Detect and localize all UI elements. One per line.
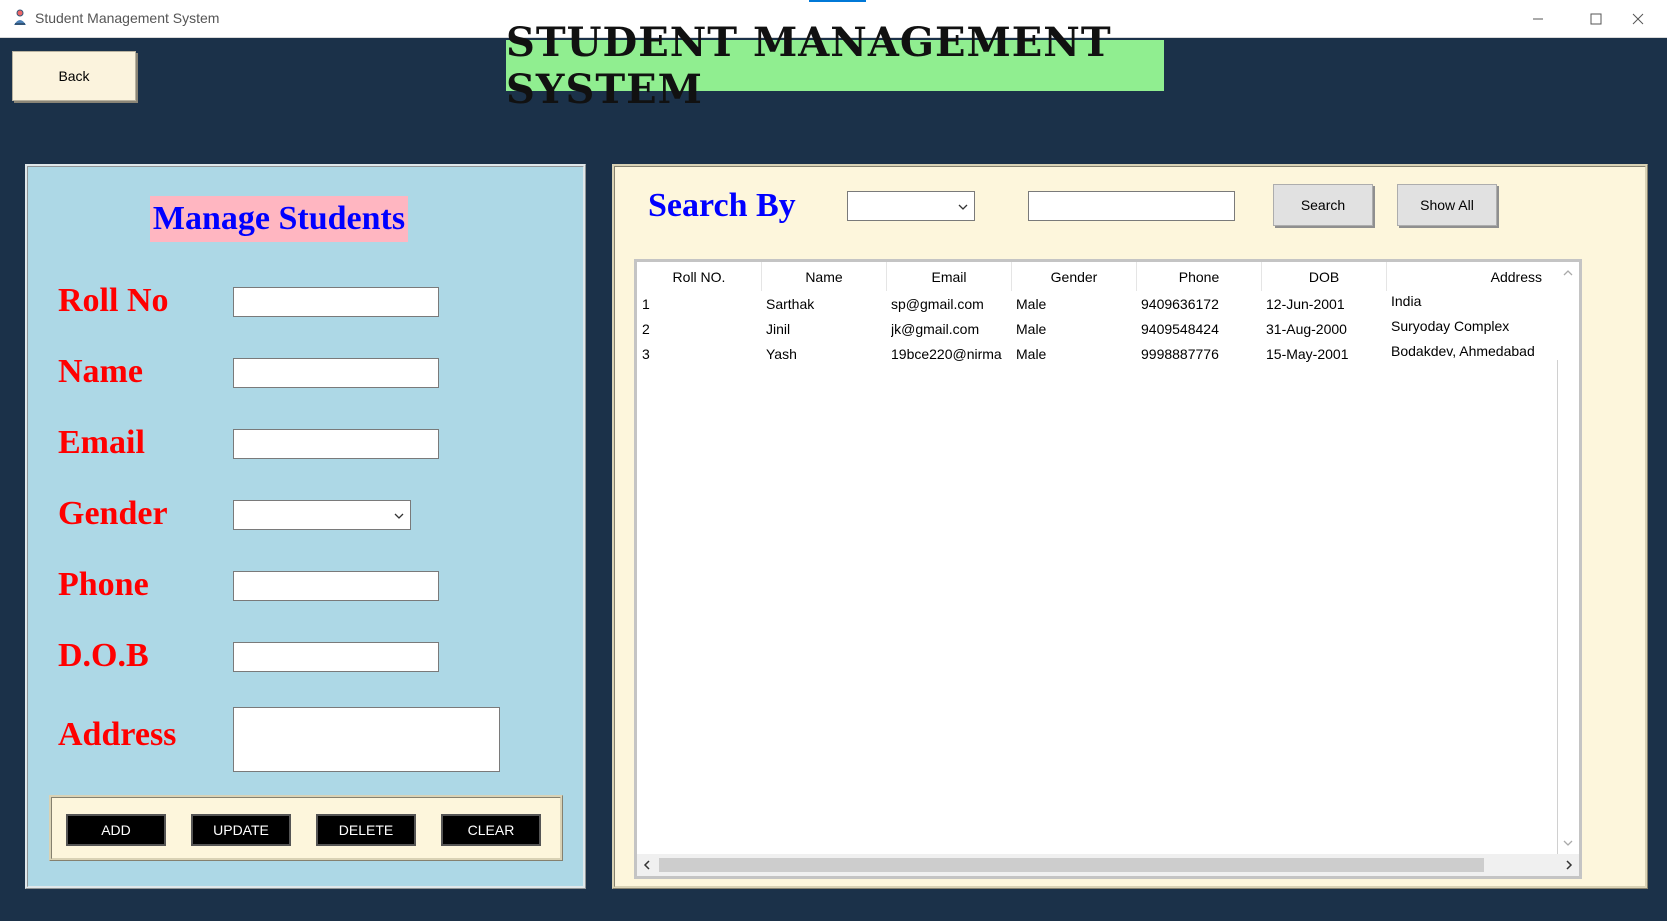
search-by-select[interactable]	[847, 191, 975, 221]
address-label: Address	[58, 716, 177, 753]
close-button[interactable]	[1609, 0, 1667, 38]
cell-email: sp@gmail.com	[891, 296, 984, 312]
name-label: Name	[58, 353, 143, 390]
page-title-banner: STUDENT MANAGEMENT SYSTEM	[506, 19, 1164, 113]
column-header-phone[interactable]: Phone	[1137, 262, 1262, 291]
cell-email: 19bce220@nirma	[891, 346, 1002, 362]
update-button[interactable]: UPDATE	[191, 814, 291, 846]
cell-roll-no: 2	[642, 321, 650, 337]
horizontal-scrollbar[interactable]	[637, 854, 1579, 876]
horizontal-scrollbar-thumb[interactable]	[659, 858, 1484, 872]
chevron-up-icon	[1563, 270, 1573, 276]
column-header-dob[interactable]: DOB	[1262, 262, 1387, 291]
cell-roll-no: 1	[642, 296, 650, 312]
student-list-panel: Search By Search Show All Roll NO. Name …	[612, 164, 1648, 889]
cell-dob: 15-May-2001	[1266, 346, 1349, 362]
close-icon	[1632, 13, 1644, 25]
column-header-address[interactable]: Address	[1387, 262, 1554, 291]
cell-phone: 9409548424	[1141, 321, 1219, 337]
chevron-down-icon	[394, 513, 404, 519]
search-button[interactable]: Search	[1273, 184, 1373, 226]
table-row[interactable]: 1 Sarthak sp@gmail.com Male 9409636172 1…	[637, 293, 1554, 317]
cell-address: Suryoday Complex	[1391, 318, 1510, 334]
cell-name: Yash	[766, 346, 797, 362]
cell-name: Sarthak	[766, 296, 815, 312]
email-label: Email	[58, 424, 145, 461]
column-header-name[interactable]: Name	[762, 262, 887, 291]
search-by-label: Search By	[648, 187, 796, 224]
table-row[interactable]: 2 Jinil jk@gmail.com Male 9409548424 31-…	[637, 318, 1554, 342]
add-button[interactable]: ADD	[66, 814, 166, 846]
chevron-right-icon	[1566, 860, 1573, 870]
manage-students-panel: Manage Students Roll No Name Email Gende…	[25, 164, 586, 889]
action-buttons-frame: ADD UPDATE DELETE CLEAR	[49, 795, 563, 861]
search-input[interactable]	[1028, 191, 1235, 221]
cell-gender: Male	[1016, 346, 1047, 362]
cell-gender: Male	[1016, 296, 1047, 312]
cell-email: jk@gmail.com	[891, 321, 980, 337]
chevron-down-icon	[1563, 840, 1573, 846]
chevron-down-icon	[958, 204, 968, 210]
clear-button[interactable]: CLEAR	[441, 814, 541, 846]
gender-label: Gender	[58, 495, 168, 532]
cell-dob: 31-Aug-2000	[1266, 321, 1347, 337]
roll-no-input[interactable]	[233, 287, 439, 317]
gender-select[interactable]	[233, 500, 411, 530]
minimize-icon	[1533, 18, 1543, 20]
minimize-button[interactable]	[1509, 0, 1567, 38]
address-textarea[interactable]	[233, 707, 500, 772]
cell-name: Jinil	[766, 321, 791, 337]
vertical-scrollbar[interactable]	[1557, 262, 1579, 854]
cell-roll-no: 3	[642, 346, 650, 362]
show-all-button[interactable]: Show All	[1397, 184, 1497, 226]
titlebar-accent	[809, 0, 866, 2]
student-table: Roll NO. Name Email Gender Phone DOB Add…	[634, 259, 1582, 879]
column-header-roll-no[interactable]: Roll NO.	[637, 262, 762, 291]
column-header-gender[interactable]: Gender	[1012, 262, 1137, 291]
chevron-left-icon	[643, 860, 650, 870]
cell-gender: Male	[1016, 321, 1047, 337]
cell-address: Bodakdev, Ahmedabad	[1391, 343, 1535, 359]
delete-button[interactable]: DELETE	[316, 814, 416, 846]
back-button[interactable]: Back	[12, 51, 136, 101]
app-icon	[14, 9, 26, 25]
dob-input[interactable]	[233, 642, 439, 672]
cell-phone: 9409636172	[1141, 296, 1219, 312]
manage-students-title: Manage Students	[150, 196, 408, 242]
table-header: Roll NO. Name Email Gender Phone DOB Add…	[637, 262, 1554, 291]
email-input[interactable]	[233, 429, 439, 459]
table-row[interactable]: 3 Yash 19bce220@nirma Male 9998887776 15…	[637, 343, 1554, 367]
phone-input[interactable]	[233, 571, 439, 601]
cell-phone: 9998887776	[1141, 346, 1219, 362]
cell-dob: 12-Jun-2001	[1266, 296, 1345, 312]
phone-label: Phone	[58, 566, 149, 603]
dob-label: D.O.B	[58, 637, 149, 674]
maximize-icon	[1590, 13, 1602, 25]
roll-no-label: Roll No	[58, 282, 169, 319]
vertical-scrollbar-track	[1557, 360, 1558, 854]
column-header-email[interactable]: Email	[887, 262, 1012, 291]
window-title: Student Management System	[35, 10, 220, 26]
cell-address: India	[1391, 293, 1422, 309]
name-input[interactable]	[233, 358, 439, 388]
